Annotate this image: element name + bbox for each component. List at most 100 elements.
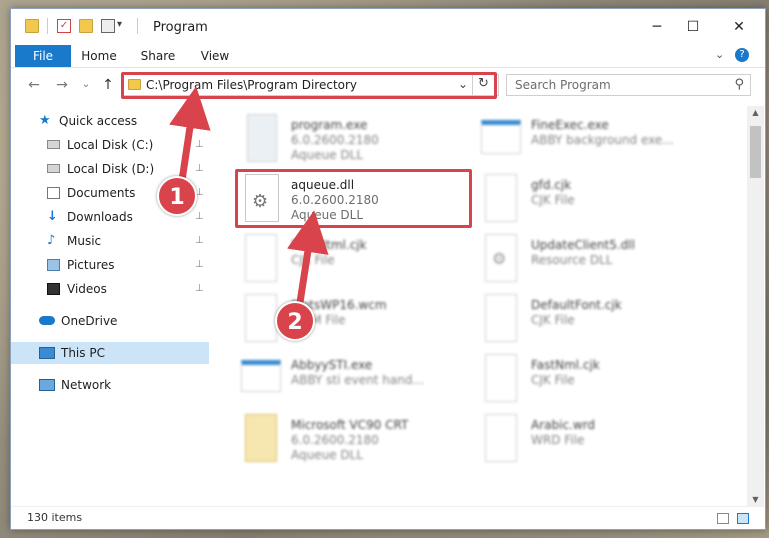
- annotation-highlight-aqueue-dll: [235, 169, 472, 228]
- pin-icon[interactable]: ⊥: [195, 158, 204, 180]
- file-detail: CJK File: [291, 253, 335, 267]
- pin-icon[interactable]: ⊥: [195, 254, 204, 276]
- details-view-icon[interactable]: [717, 513, 729, 524]
- customize-toolbar-icon[interactable]: [101, 19, 115, 33]
- scrollbar-thumb[interactable]: [750, 126, 761, 178]
- nav-onedrive[interactable]: OneDrive: [11, 310, 209, 332]
- file-item[interactable]: FineExec.exe ABBY background exe...: [481, 112, 711, 170]
- title-bar: ✓ ▾ Program ─ ☐ ✕: [11, 9, 765, 45]
- computer-icon: [39, 347, 55, 359]
- file-item[interactable]: FastNml.cjk CJK File: [481, 352, 711, 410]
- pin-icon[interactable]: ⊥: [195, 278, 204, 300]
- quick-access-dropdown-icon[interactable]: ▾: [117, 19, 122, 30]
- help-icon[interactable]: ?: [735, 48, 749, 62]
- nav-videos[interactable]: Videos ⊥: [11, 278, 209, 300]
- pin-icon[interactable]: ⊥: [195, 230, 204, 252]
- recent-locations-button[interactable]: ⌄: [77, 79, 95, 90]
- nav-label: Documents: [67, 186, 136, 200]
- file-item[interactable]: gfd.cjk CJK File: [481, 172, 711, 230]
- file-item[interactable]: Arabic.wrd WRD File: [481, 412, 711, 470]
- file-item[interactable]: program.exe 6.0.2600.2180 Aqueue DLL: [241, 112, 471, 170]
- nav-this-pc[interactable]: This PC: [11, 342, 209, 364]
- annotation-highlight-address-bar: [121, 72, 497, 99]
- separator: [47, 18, 48, 34]
- file-detail: ABBY sti event hand...: [291, 373, 424, 387]
- pin-icon[interactable]: ⊥: [195, 134, 204, 156]
- document-icon: [245, 234, 277, 282]
- nav-label: Local Disk (C:): [67, 138, 154, 152]
- document-icon: [245, 294, 277, 342]
- tab-home[interactable]: Home: [77, 45, 121, 67]
- file-name: gfd.cjk: [531, 178, 572, 192]
- document-icon: [485, 354, 517, 402]
- large-icons-view-icon[interactable]: [737, 513, 749, 524]
- dll-gear-icon: ⚙: [485, 234, 517, 282]
- annotation-step-1-badge: 1: [157, 176, 197, 216]
- file-item[interactable]: ⚙ UpdateClient5.dll Resource DLL: [481, 232, 711, 290]
- nav-label: This PC: [61, 346, 105, 360]
- annotation-step-2-badge: 2: [275, 301, 315, 341]
- separator: [137, 18, 138, 34]
- gear-icon: ⚙: [492, 249, 507, 268]
- document-icon: [485, 294, 517, 342]
- file-item[interactable]: FontHtml.cjk CJK File: [241, 232, 471, 290]
- file-name: program.exe: [291, 118, 368, 132]
- file-detail: Resource DLL: [531, 253, 613, 267]
- file-detail: WRD File: [531, 433, 585, 447]
- up-button[interactable]: ↑: [99, 77, 117, 93]
- file-detail: 6.0.2600.2180: [291, 133, 379, 147]
- tab-share[interactable]: Share: [135, 45, 181, 67]
- properties-icon[interactable]: ✓: [57, 19, 71, 33]
- videos-icon: [47, 283, 60, 295]
- file-item[interactable]: DefaultFont.cjk CJK File: [481, 292, 711, 350]
- nav-label: Music: [67, 234, 102, 248]
- pin-icon[interactable]: ⊥: [195, 206, 204, 228]
- nav-label: Videos: [67, 282, 107, 296]
- close-button[interactable]: ✕: [729, 17, 749, 37]
- maximize-button[interactable]: ☐: [683, 17, 703, 37]
- folder-doc-icon: [245, 414, 277, 462]
- nav-quick-access[interactable]: ★ Quick access: [11, 110, 209, 132]
- file-item[interactable]: AbbyySTI.exe ABBY sti event hand...: [241, 352, 471, 410]
- file-item[interactable]: Microsoft VC90 CRT 6.0.2600.2180 Aqueue …: [241, 412, 471, 470]
- nav-music[interactable]: ♪ Music ⊥: [11, 230, 209, 252]
- star-icon: ★: [39, 113, 51, 128]
- file-name: FastNml.cjk: [531, 358, 600, 372]
- search-box[interactable]: Search Program ⚲: [506, 74, 751, 96]
- nav-pictures[interactable]: Pictures ⊥: [11, 254, 209, 276]
- forward-button[interactable]: →: [53, 77, 71, 93]
- file-detail: CJK File: [531, 193, 575, 207]
- nav-label: Local Disk (D:): [67, 162, 155, 176]
- back-button[interactable]: ←: [25, 77, 43, 93]
- file-detail: Aqueue DLL: [291, 448, 364, 462]
- file-detail: ABBY background exe...: [531, 133, 674, 147]
- new-folder-icon[interactable]: [79, 19, 93, 33]
- search-input[interactable]: Search Program: [515, 78, 611, 92]
- tab-file[interactable]: File: [15, 45, 71, 67]
- scroll-down-icon[interactable]: ▼: [747, 495, 764, 504]
- minimize-button[interactable]: ─: [647, 17, 667, 37]
- downloads-icon: ↓: [47, 209, 58, 224]
- drive-icon: [47, 140, 60, 149]
- file-name: Arabic.wrd: [531, 418, 596, 432]
- folder-icon: [25, 19, 39, 33]
- scroll-up-icon[interactable]: ▲: [747, 108, 764, 117]
- cloud-icon: [39, 316, 55, 325]
- exe-icon: [247, 114, 277, 162]
- nav-label: Downloads: [67, 210, 133, 224]
- window-icon: [241, 360, 281, 392]
- nav-label: Network: [61, 378, 112, 392]
- window-title: Program: [153, 20, 208, 35]
- vertical-scrollbar[interactable]: ▲ ▼: [747, 106, 764, 506]
- file-name: AbbyySTI.exe: [291, 358, 373, 372]
- item-count: 130 items: [27, 511, 83, 524]
- nav-local-disk-c[interactable]: Local Disk (C:) ⊥: [11, 134, 209, 156]
- file-detail: CJK File: [531, 373, 575, 387]
- status-bar: 130 items: [11, 506, 765, 531]
- expand-ribbon-icon[interactable]: ⌄: [715, 48, 724, 61]
- file-name: UpdateClient5.dll: [531, 238, 635, 252]
- tab-view[interactable]: View: [195, 45, 235, 67]
- navigation-pane: ★ Quick access Local Disk (C:) ⊥ Local D…: [11, 106, 209, 506]
- nav-network[interactable]: Network: [11, 374, 209, 396]
- file-name: FontHtml.cjk: [291, 238, 367, 252]
